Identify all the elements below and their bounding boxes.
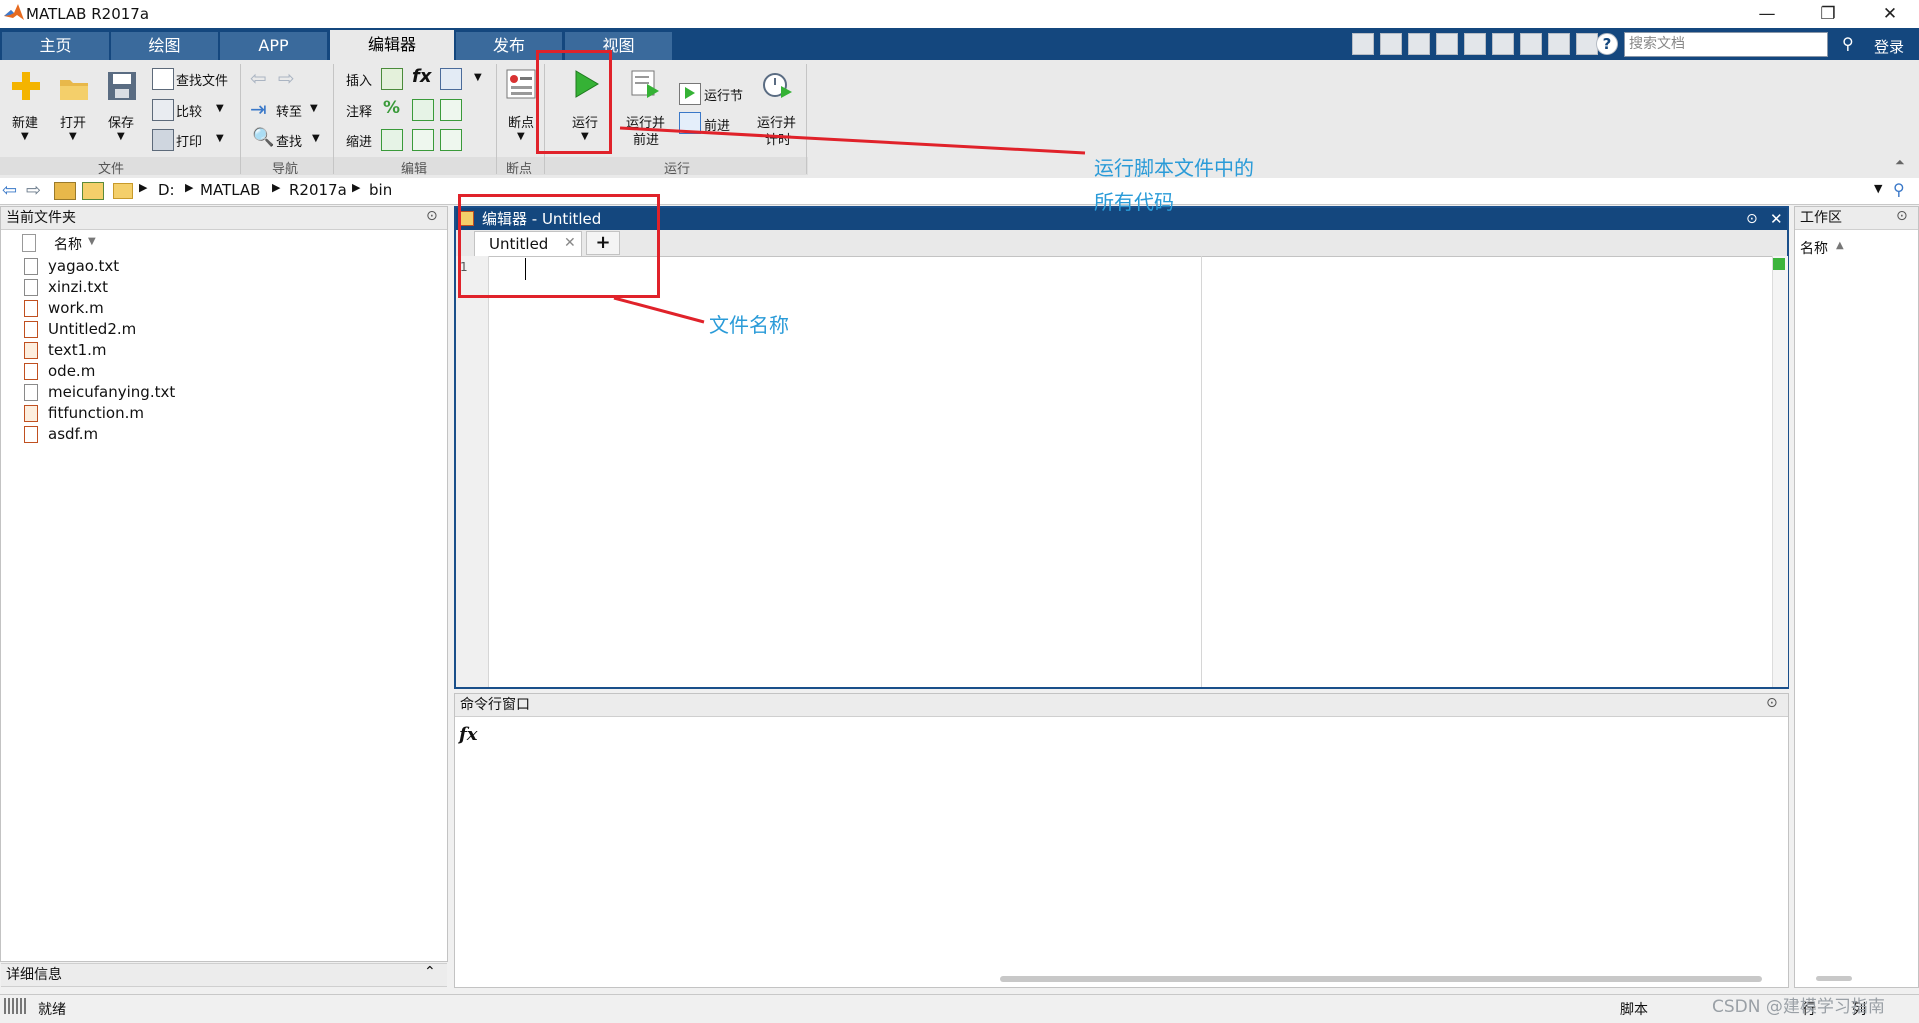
run-annotation-text-1: 运行脚本文件中的 (1094, 156, 1254, 180)
watermark: CSDN @建模学习指南 (1712, 997, 1885, 1017)
file-name-annotation-text: 文件名称 (709, 313, 789, 337)
file-name-annotation-arrow (613, 296, 705, 324)
run-annotation-arrow (619, 126, 1086, 155)
annotation-arrows (613, 126, 1086, 324)
run-annotation-text-2: 所有代码 (1094, 190, 1174, 214)
